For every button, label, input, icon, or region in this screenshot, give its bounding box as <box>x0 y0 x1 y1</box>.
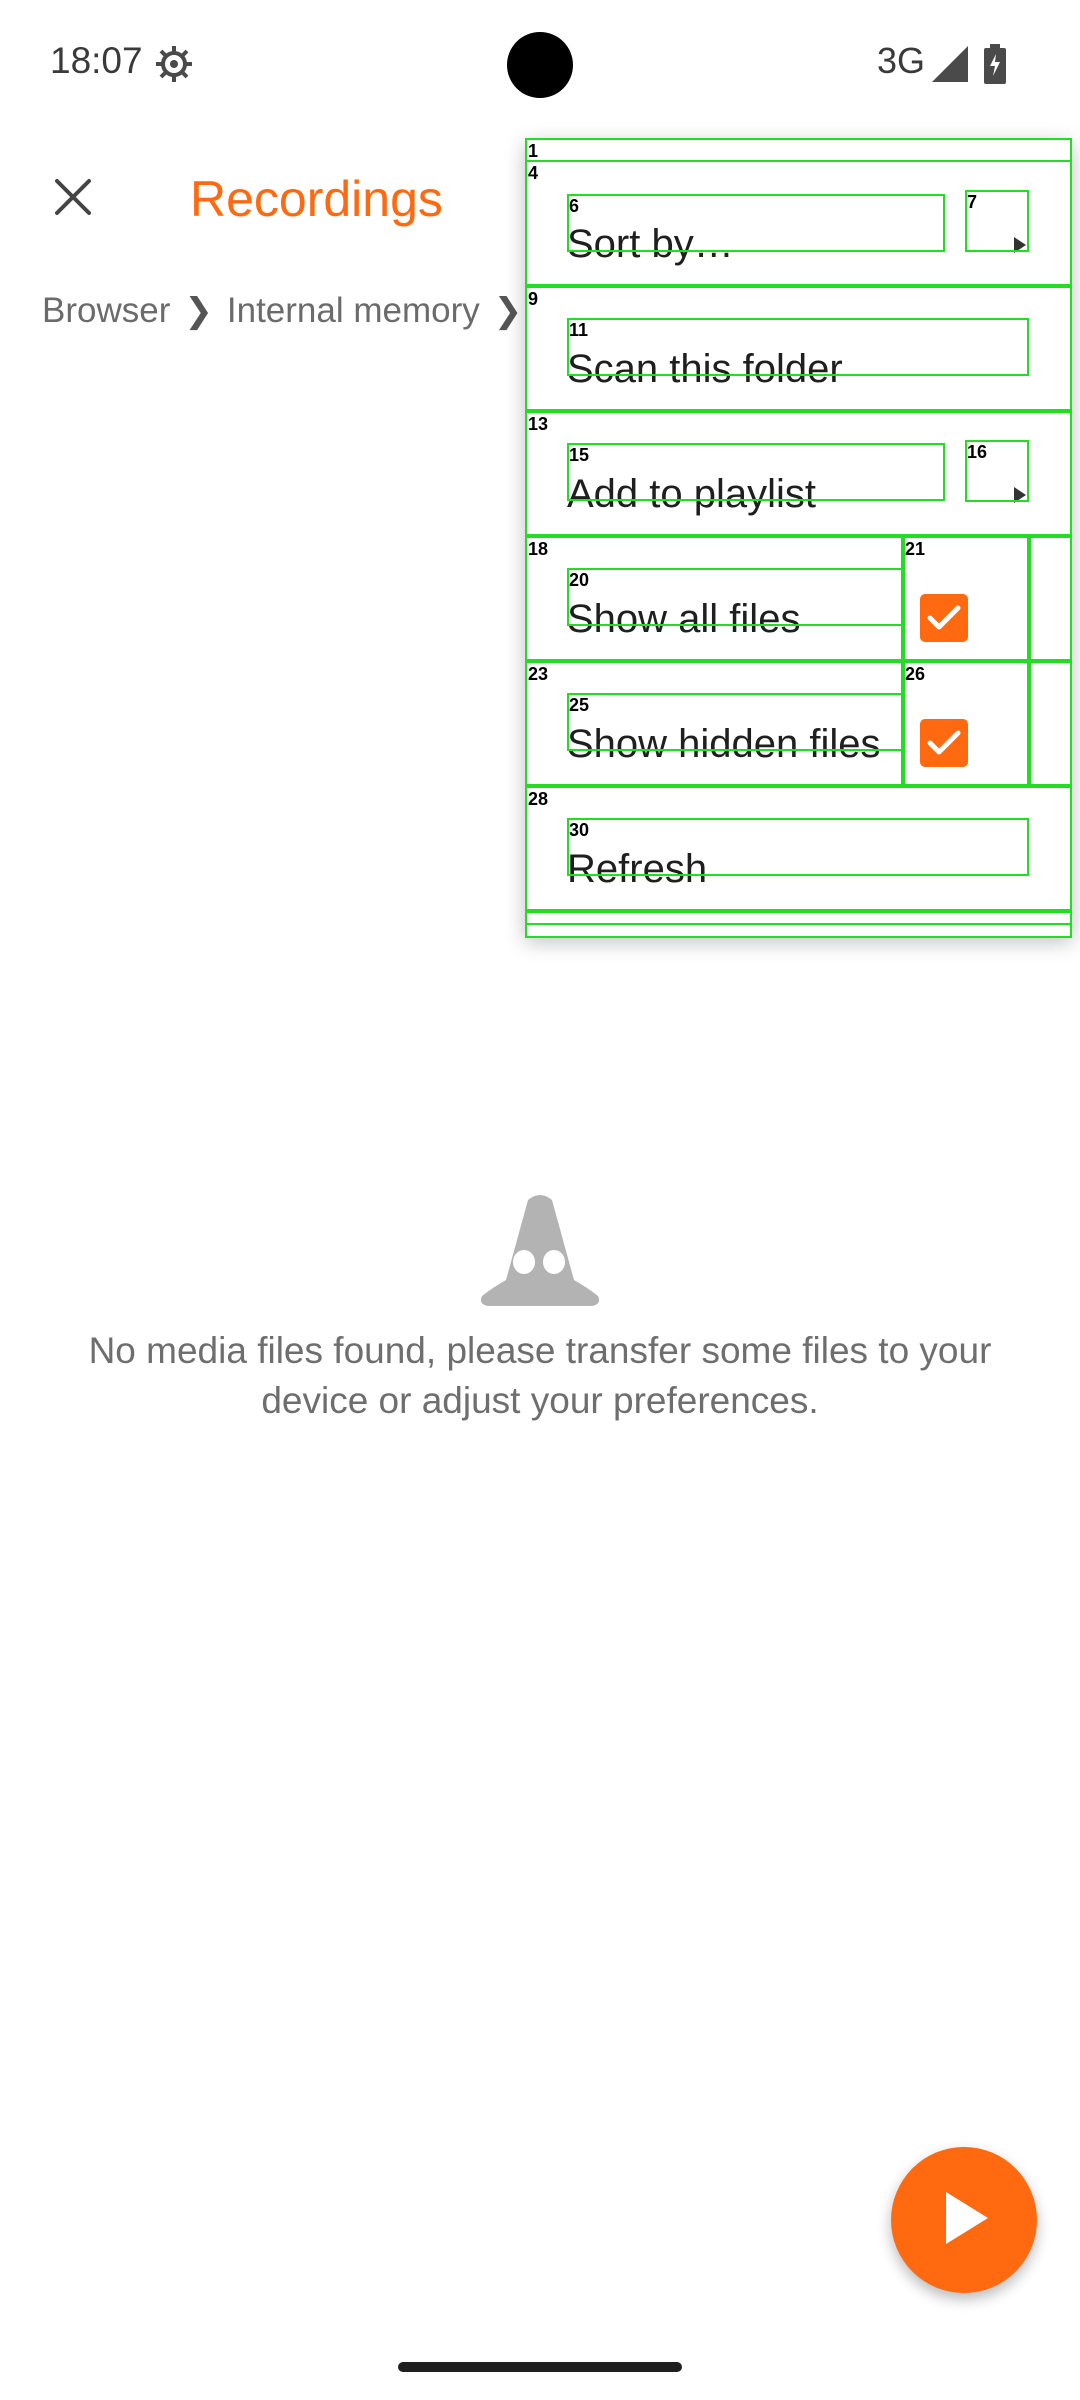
camera-cutout <box>507 32 573 98</box>
network-type: 3G <box>877 40 926 81</box>
settings-gear-icon <box>154 44 194 84</box>
chevron-right-icon: ❯ <box>184 292 213 330</box>
menu-item-label: Add to playlist <box>567 472 817 516</box>
close-button[interactable] <box>40 166 106 232</box>
menu-item-label: Show hidden files <box>567 722 881 766</box>
menu-item-add-to-playlist[interactable]: Add to playlist <box>525 410 1072 535</box>
menu-item-show-all-files[interactable]: Show all files <box>525 535 1072 660</box>
menu-item-label: Show all files <box>567 597 801 641</box>
menu-item-sort-by[interactable]: Sort by… <box>525 160 1072 285</box>
submenu-arrow-icon[interactable] <box>987 214 1053 276</box>
battery-icon <box>984 44 1006 84</box>
play-icon <box>936 2188 992 2253</box>
menu-item-scan-folder[interactable]: Scan this folder <box>525 285 1072 410</box>
close-icon <box>53 177 93 222</box>
empty-state-message: No media files found, please transfer so… <box>88 1330 992 1421</box>
checkbox-show-hidden-files[interactable] <box>920 719 968 767</box>
status-time: 18:07 <box>50 40 143 81</box>
checkbox-show-all-files[interactable] <box>920 594 968 642</box>
menu-item-show-hidden-files[interactable]: Show hidden files <box>525 660 1072 785</box>
menu-item-label: Sort by… <box>567 222 734 266</box>
home-indicator <box>398 2362 682 2372</box>
cone-icon <box>478 1192 602 1310</box>
overflow-menu: Sort by… Scan this folder Add to playlis… <box>525 138 1072 936</box>
submenu-arrow-icon[interactable] <box>987 464 1053 526</box>
breadcrumb: Browser ❯ Internal memory ❯ <box>42 286 536 336</box>
signal-icon <box>930 44 970 84</box>
status-bar: 18:07 3G <box>0 0 1080 128</box>
menu-item-label: Refresh <box>567 847 708 891</box>
play-button[interactable] <box>891 2147 1037 2293</box>
menu-item-label: Scan this folder <box>567 347 843 391</box>
menu-item-refresh[interactable]: Refresh <box>525 785 1072 910</box>
chevron-right-icon: ❯ <box>493 292 523 330</box>
page-title: Recordings <box>190 171 443 227</box>
breadcrumb-item-browser[interactable]: Browser <box>42 291 170 331</box>
breadcrumb-item-internal-memory[interactable]: Internal memory <box>227 291 480 331</box>
